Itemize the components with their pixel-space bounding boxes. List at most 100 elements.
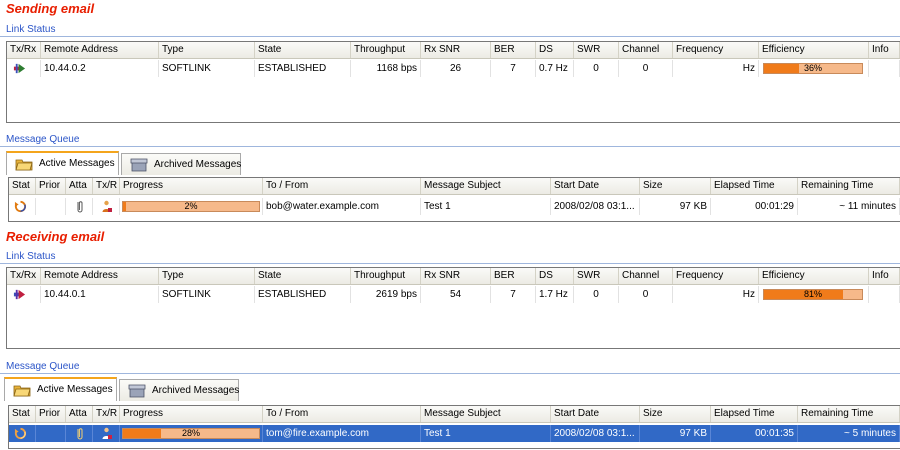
col-throughput[interactable]: Throughput — [351, 268, 421, 284]
col-ds[interactable]: DS — [536, 42, 574, 58]
col-channel[interactable]: Channel — [619, 42, 673, 58]
col-progress[interactable]: Progress — [120, 178, 263, 194]
link-state: ESTABLISHED — [255, 60, 351, 77]
txrx-cell — [7, 286, 41, 303]
col-efficiency[interactable]: Efficiency — [759, 42, 869, 58]
status-cell — [9, 198, 36, 215]
col-ber[interactable]: BER — [491, 268, 536, 284]
link-row[interactable]: 10.44.0.1 SOFTLINK ESTABLISHED 2619 bps … — [7, 286, 900, 303]
col-rx-snr[interactable]: Rx SNR — [421, 42, 491, 58]
message-row[interactable]: 28% tom@fire.example.com Test 1 2008/02/… — [9, 425, 900, 442]
txrx-cell — [93, 198, 120, 215]
frequency: Hz — [673, 60, 759, 77]
col-swr[interactable]: SWR — [574, 42, 619, 58]
ber: 7 — [491, 60, 536, 77]
col-txrx[interactable]: Tx/R — [93, 406, 120, 422]
swr: 0 — [574, 286, 619, 303]
col-frequency[interactable]: Frequency — [673, 268, 759, 284]
link-status-grid: Tx/Rx Remote Address Type State Throughp… — [6, 41, 900, 123]
col-remote-address[interactable]: Remote Address — [41, 42, 159, 58]
message-queue-grid: Stat Prior Atta Tx/R Progress To / From … — [8, 177, 900, 222]
col-type[interactable]: Type — [159, 268, 255, 284]
col-swr[interactable]: SWR — [574, 268, 619, 284]
txrx-cell — [93, 425, 120, 442]
col-txrx[interactable]: Tx/R — [93, 178, 120, 194]
col-info[interactable]: Info — [869, 42, 900, 58]
progress-cell: 2% — [120, 198, 263, 215]
col-to-from[interactable]: To / From — [263, 406, 421, 422]
channel: 0 — [619, 286, 673, 303]
frequency: Hz — [673, 286, 759, 303]
ds: 1.7 Hz — [536, 286, 574, 303]
message-header: Stat Prior Atta Tx/R Progress To / From … — [9, 178, 900, 195]
col-elapsed[interactable]: Elapsed Time — [711, 406, 798, 422]
message-header: Stat Prior Atta Tx/R Progress To / From … — [9, 406, 900, 423]
col-frequency[interactable]: Frequency — [673, 42, 759, 58]
efficiency-bar: 36% — [763, 63, 863, 74]
col-type[interactable]: Type — [159, 42, 255, 58]
divider — [0, 263, 900, 264]
col-remaining[interactable]: Remaining Time — [798, 406, 900, 422]
col-elapsed[interactable]: Elapsed Time — [711, 178, 798, 194]
sync-icon — [14, 200, 27, 213]
link-type: SOFTLINK — [159, 286, 255, 303]
col-subject[interactable]: Message Subject — [421, 406, 551, 422]
col-status[interactable]: Stat — [9, 178, 36, 194]
archive-icon — [130, 158, 148, 172]
sending-section: Sending email Link Status Tx/Rx Remote A… — [0, 0, 900, 225]
col-priority[interactable]: Prior — [36, 406, 66, 422]
queue-tabs: Active Messages Archived Messages — [4, 377, 304, 401]
subject: Test 1 — [421, 198, 551, 215]
col-status[interactable]: Stat — [9, 406, 36, 422]
col-state[interactable]: State — [255, 42, 351, 58]
to-from: tom@fire.example.com — [263, 425, 421, 442]
link-state: ESTABLISHED — [255, 286, 351, 303]
paperclip-icon — [77, 201, 83, 213]
col-channel[interactable]: Channel — [619, 268, 673, 284]
col-info[interactable]: Info — [869, 268, 900, 284]
progress-text: 2% — [184, 201, 198, 211]
col-ber[interactable]: BER — [491, 42, 536, 58]
col-state[interactable]: State — [255, 268, 351, 284]
tab-active-messages[interactable]: Active Messages — [6, 151, 119, 175]
col-attachment[interactable]: Atta — [66, 178, 93, 194]
folder-open-icon — [15, 159, 33, 171]
col-to-from[interactable]: To / From — [263, 178, 421, 194]
col-progress[interactable]: Progress — [120, 406, 263, 422]
col-priority[interactable]: Prior — [36, 178, 66, 194]
link-header: Tx/Rx Remote Address Type State Throughp… — [7, 268, 900, 285]
tab-active-messages[interactable]: Active Messages — [4, 377, 117, 401]
col-start-date[interactable]: Start Date — [551, 406, 640, 422]
receive-arrow-icon — [13, 289, 26, 300]
message-row[interactable]: 2% bob@water.example.com Test 1 2008/02/… — [9, 198, 900, 215]
col-txrx[interactable]: Tx/Rx — [7, 42, 41, 58]
col-rx-snr[interactable]: Rx SNR — [421, 268, 491, 284]
section-heading: Receiving email — [6, 229, 105, 244]
col-ds[interactable]: DS — [536, 268, 574, 284]
link-row[interactable]: 10.44.0.2 SOFTLINK ESTABLISHED 1168 bps … — [7, 60, 900, 77]
tab-archived-messages[interactable]: Archived Messages — [121, 153, 241, 175]
remaining-time: ~ 5 minutes — [798, 425, 900, 442]
col-size[interactable]: Size — [640, 406, 711, 422]
priority-cell — [36, 425, 66, 442]
efficiency-text: 36% — [803, 63, 822, 73]
col-remaining[interactable]: Remaining Time — [798, 178, 900, 194]
col-efficiency[interactable]: Efficiency — [759, 268, 869, 284]
channel: 0 — [619, 60, 673, 77]
col-start-date[interactable]: Start Date — [551, 178, 640, 194]
tab-archived-messages[interactable]: Archived Messages — [119, 379, 239, 401]
section-heading: Sending email — [6, 1, 95, 16]
progress-text: 28% — [181, 428, 200, 438]
col-subject[interactable]: Message Subject — [421, 178, 551, 194]
tab-label: Active Messages — [39, 158, 115, 169]
col-remote-address[interactable]: Remote Address — [41, 268, 159, 284]
person-upload-icon — [102, 200, 112, 212]
col-attachment[interactable]: Atta — [66, 406, 93, 422]
size: 97 KB — [640, 425, 711, 442]
col-size[interactable]: Size — [640, 178, 711, 194]
divider — [0, 373, 900, 374]
col-txrx[interactable]: Tx/Rx — [7, 268, 41, 284]
link-header: Tx/Rx Remote Address Type State Throughp… — [7, 42, 900, 59]
link-status-label: Link Status — [6, 251, 56, 262]
col-throughput[interactable]: Throughput — [351, 42, 421, 58]
